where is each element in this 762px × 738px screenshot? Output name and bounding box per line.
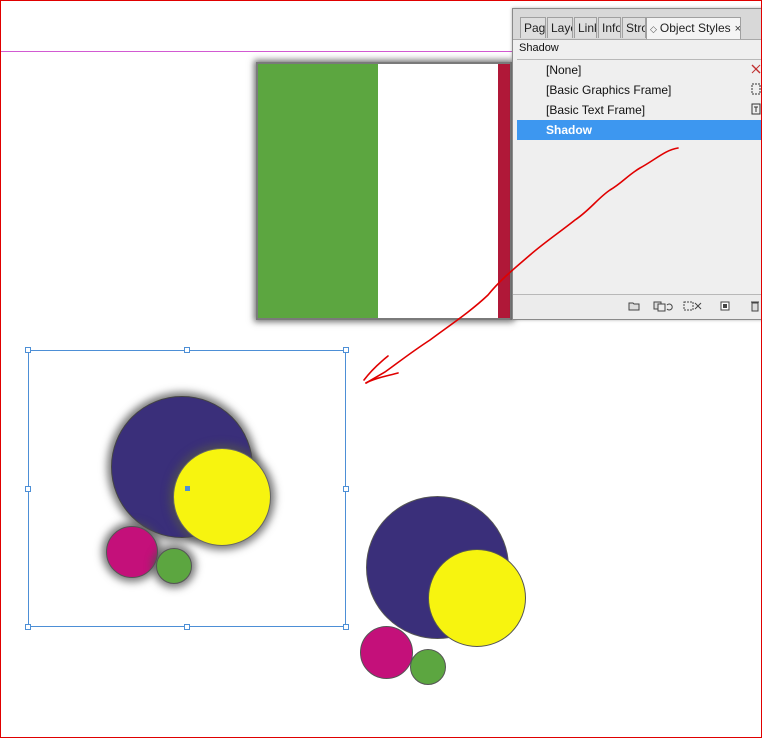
flag-red-stripe — [498, 64, 510, 318]
arrow-head-upper — [363, 355, 389, 381]
panel-bottom-toolbar — [513, 294, 762, 319]
arrow-head-lower — [365, 372, 399, 384]
flag-graphic-frame[interactable] — [256, 62, 512, 320]
panel-menu-diamond-icon: ◇ — [650, 24, 657, 34]
selection-handle-middle-right[interactable] — [343, 486, 349, 492]
margin-guide — [0, 51, 520, 52]
selection-handle-top-left[interactable] — [25, 347, 31, 353]
trash-icon[interactable] — [749, 300, 761, 312]
selection-center-point[interactable] — [185, 486, 190, 491]
tab-object-styles[interactable]: ◇ Object Styles × — [646, 17, 741, 39]
selection-handle-top-center[interactable] — [184, 347, 190, 353]
clear-overrides-icon[interactable] — [653, 300, 673, 312]
flag-green-stripe — [258, 64, 378, 318]
magenta-circle[interactable] — [360, 626, 413, 679]
style-row-shadow[interactable]: Shadow — [517, 120, 762, 140]
object-styles-panel[interactable]: Pag Laye Link Info Stro ◇Object Styles× … — [512, 8, 762, 320]
panel-tab-bar: Pag Laye Link Info Stro ◇Object Styles× — [513, 9, 762, 40]
close-icon[interactable]: × — [735, 23, 740, 35]
tab-links[interactable]: Link — [574, 17, 597, 38]
graphics-frame-icon — [751, 83, 761, 95]
selection-handle-bottom-right[interactable] — [343, 624, 349, 630]
style-row-none[interactable]: [None] — [517, 60, 762, 80]
folder-icon[interactable] — [628, 300, 640, 312]
selection-handle-bottom-left[interactable] — [25, 624, 31, 630]
flag-white-stripe — [378, 64, 498, 318]
text-frame-icon — [751, 103, 761, 115]
tab-pages[interactable]: Pag — [520, 17, 546, 38]
yellow-circle[interactable] — [428, 549, 526, 647]
selection-handle-top-right[interactable] — [343, 347, 349, 353]
current-style-label: Shadow — [519, 42, 559, 54]
clear-attributes-icon[interactable] — [683, 300, 705, 312]
tab-stroke[interactable]: Stro — [622, 17, 646, 38]
selection-handle-bottom-center[interactable] — [184, 624, 190, 630]
tab-info[interactable]: Info — [598, 17, 621, 38]
selection-handle-middle-left[interactable] — [25, 486, 31, 492]
green-circle[interactable] — [410, 649, 446, 685]
object-styles-list[interactable]: [None] [Basic Graphics Frame] [Basic Tex… — [517, 59, 762, 304]
style-row-basic-graphics-frame[interactable]: [Basic Graphics Frame] — [517, 80, 762, 100]
style-row-basic-text-frame[interactable]: [Basic Text Frame] — [517, 100, 762, 120]
tab-layers[interactable]: Laye — [547, 17, 573, 38]
none-style-icon — [751, 63, 761, 75]
new-style-icon[interactable] — [719, 300, 731, 312]
